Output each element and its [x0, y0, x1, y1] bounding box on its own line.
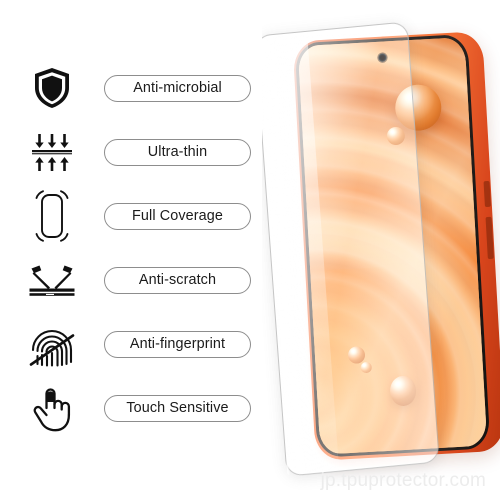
- feature-list: Anti-microbial Ultra-thin Full Coverage …: [0, 56, 270, 440]
- watermark: jp.tpuprotector.com: [320, 470, 486, 491]
- feature-row-full-coverage: Full Coverage: [0, 184, 270, 248]
- feature-label: Full Coverage: [132, 208, 223, 224]
- feature-label: Anti-scratch: [138, 272, 217, 288]
- feature-pill-anti-microbial[interactable]: Anti-microbial: [104, 74, 251, 102]
- feature-pill-anti-scratch[interactable]: Anti-scratch: [104, 266, 251, 294]
- feature-pill-ultra-thin[interactable]: Ultra-thin: [104, 138, 251, 166]
- feature-row-anti-fingerprint: Anti-fingerprint: [0, 312, 270, 376]
- shield-icon: [0, 56, 104, 120]
- product-feature-infographic: Anti-microbial Ultra-thin Full Coverage …: [0, 0, 500, 500]
- fingerprint-slash-icon: [0, 312, 104, 376]
- feature-pill-full-coverage[interactable]: Full Coverage: [104, 202, 251, 230]
- feature-pill-anti-fingerprint[interactable]: Anti-fingerprint: [104, 330, 251, 358]
- knife-scratch-icon: [0, 248, 104, 312]
- feature-label: Touch Sensitive: [126, 400, 229, 416]
- touch-hand-icon: [0, 376, 104, 440]
- feature-label: Anti-fingerprint: [129, 336, 226, 352]
- feature-label: Anti-microbial: [133, 80, 222, 96]
- thickness-arrows-icon: [0, 120, 104, 184]
- feature-row-anti-microbial: Anti-microbial: [0, 56, 270, 120]
- feature-row-ultra-thin: Ultra-thin: [0, 120, 270, 184]
- feature-row-touch-sensitive: Touch Sensitive: [0, 376, 270, 440]
- feature-row-anti-scratch: Anti-scratch: [0, 248, 270, 312]
- product-image: [262, 0, 500, 500]
- feature-label: Ultra-thin: [147, 144, 208, 160]
- full-coverage-icon: [0, 184, 104, 248]
- feature-pill-touch-sensitive[interactable]: Touch Sensitive: [104, 394, 251, 422]
